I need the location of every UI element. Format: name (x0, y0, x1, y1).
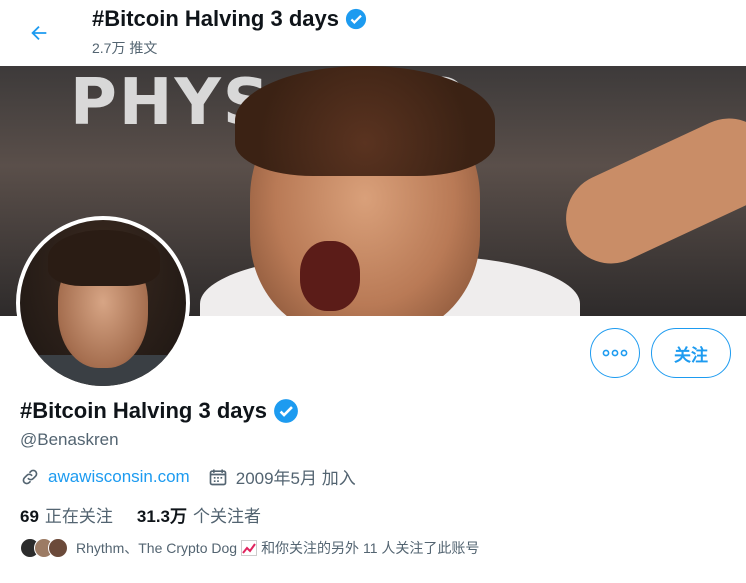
website-link[interactable]: awawisconsin.com (48, 467, 190, 487)
known-followers-names: Rhythm、The Crypto Dog (76, 540, 238, 556)
avatar[interactable] (16, 216, 190, 390)
profile-header: #Bitcoin Halving 3 days 2.7万 推文 (0, 0, 746, 66)
more-options-button[interactable] (590, 328, 640, 378)
following-label: 正在关注 (44, 507, 113, 526)
banner-hair (235, 66, 495, 176)
banner-arm (551, 103, 746, 279)
followers-count: 31.3万 (136, 507, 188, 526)
following-link[interactable]: 69 正在关注 (20, 502, 113, 527)
link-icon (22, 469, 38, 484)
verified-badge-icon (274, 399, 298, 423)
known-followers-suffix: 和你关注的另外 11 人关注了此账号 (261, 540, 480, 556)
follow-button[interactable]: 关注 (651, 328, 731, 378)
more-dots-icon (602, 349, 628, 357)
following-count: 69 (20, 507, 39, 526)
chart-increasing-icon (241, 540, 258, 556)
avatar-hair (48, 230, 160, 286)
profile-name-row: #Bitcoin Halving 3 days (20, 398, 299, 424)
profile-meta: awawisconsin.com 2009年5月 加入 (20, 464, 356, 489)
calendar-icon (209, 469, 227, 485)
tweet-count: 2.7万 推文 (92, 40, 158, 56)
profile-handle: @Benaskren (20, 430, 119, 449)
followers-link[interactable]: 31.3万 个关注者 (137, 502, 261, 527)
followers-you-know[interactable]: Rhythm、The Crypto Dog 和你关注的另外 11 人关注了此账号 (20, 538, 479, 558)
header-title: #Bitcoin Halving 3 days (92, 6, 339, 31)
header-title-row: #Bitcoin Halving 3 days (92, 6, 367, 32)
banner-mouth (300, 241, 360, 311)
verified-badge-icon (345, 8, 367, 30)
back-button[interactable] (20, 14, 58, 52)
arrow-left-icon (31, 25, 47, 41)
profile-name: #Bitcoin Halving 3 days (20, 398, 267, 423)
joined-date: 2009年5月 加入 (235, 469, 356, 488)
followers-label: 个关注者 (193, 507, 262, 526)
follower-avatar (48, 538, 68, 558)
follow-stats: 69 正在关注 31.3万 个关注者 (20, 502, 261, 527)
